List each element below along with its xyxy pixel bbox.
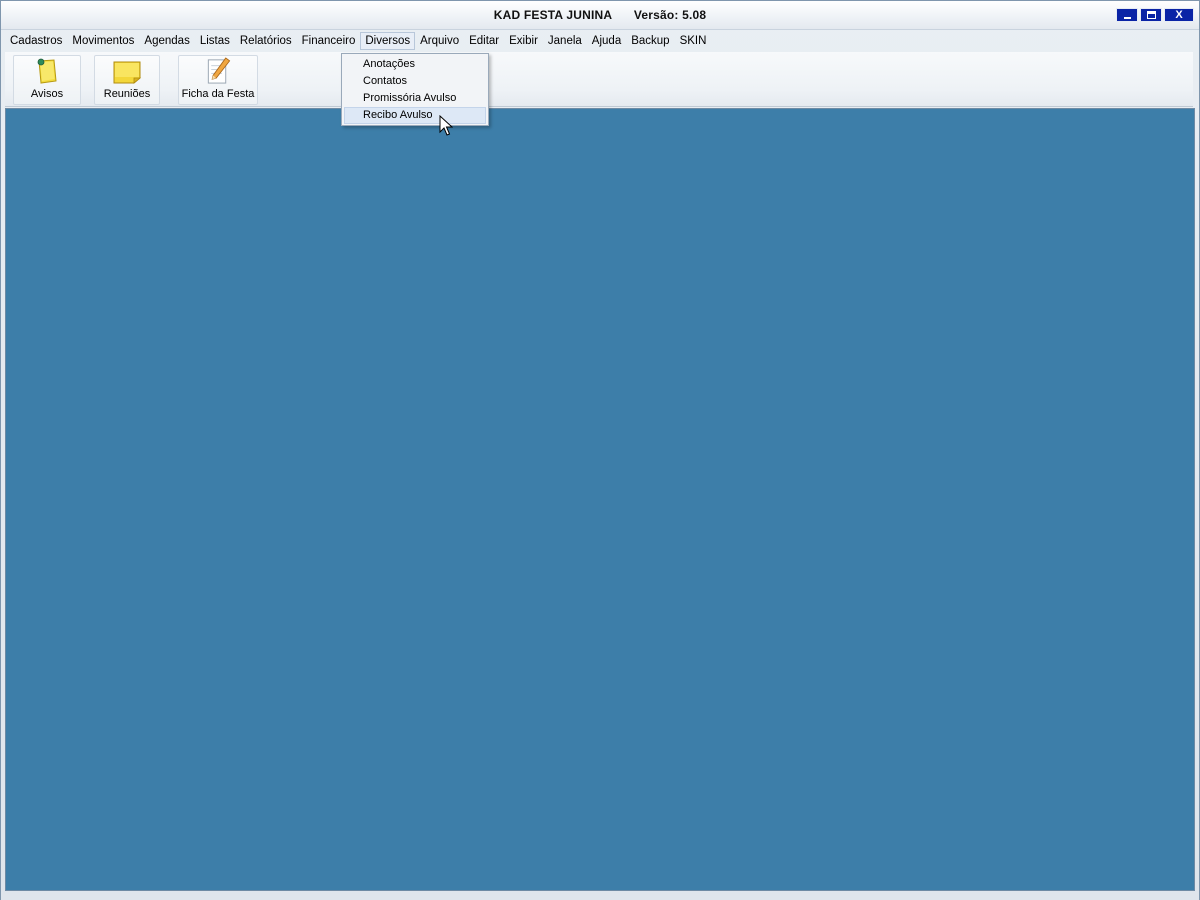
note-pin-icon (37, 58, 57, 84)
close-icon: X (1175, 8, 1183, 21)
menu-financeiro[interactable]: Financeiro (297, 32, 361, 50)
reunioes-label: Reuniões (103, 88, 151, 100)
menu-arquivo[interactable]: Arquivo (415, 32, 464, 50)
avisos-button[interactable]: Avisos (13, 55, 81, 105)
menu-skin[interactable]: SKIN (675, 32, 712, 50)
minimize-icon (1123, 16, 1131, 19)
close-button[interactable]: X (1164, 8, 1194, 22)
ficha-da-festa-label: Ficha da Festa (181, 88, 255, 100)
window-title: KAD FESTA JUNINA Versão: 5.08 (1, 8, 1199, 22)
menu-diversos[interactable]: Diversos (360, 32, 416, 50)
maximize-button[interactable] (1140, 8, 1162, 22)
menu-agendas[interactable]: Agendas (139, 32, 194, 50)
mdi-client-area[interactable] (5, 108, 1195, 891)
menu-backup[interactable]: Backup (626, 32, 674, 50)
menu-exibir[interactable]: Exibir (504, 32, 543, 50)
app-version: Versão: 5.08 (633, 8, 707, 22)
window-bottom-border (1, 892, 1199, 900)
app-window: KAD FESTA JUNINA Versão: 5.08 X Cadastro… (0, 0, 1200, 900)
diversos-dropdown-menu: Anotações Contatos Promissória Avulso Re… (341, 53, 489, 126)
pencil-paper-icon (207, 57, 231, 84)
menu-editar[interactable]: Editar (464, 32, 504, 50)
menu-relatorios[interactable]: Relatórios (235, 32, 297, 50)
menu-cadastros[interactable]: Cadastros (5, 32, 67, 50)
menu-item-promissoria-avulso[interactable]: Promissória Avulso (344, 90, 486, 107)
menu-item-recibo-avulso[interactable]: Recibo Avulso (344, 107, 486, 124)
avisos-label: Avisos (30, 88, 64, 100)
title-bar[interactable]: KAD FESTA JUNINA Versão: 5.08 X (1, 1, 1199, 30)
maximize-icon (1146, 11, 1156, 19)
window-controls: X (1116, 8, 1194, 22)
menu-bar: Cadastros Movimentos Agendas Listas Rela… (5, 31, 1195, 51)
menu-ajuda[interactable]: Ajuda (587, 32, 626, 50)
menu-listas[interactable]: Listas (195, 32, 235, 50)
app-title: KAD FESTA JUNINA (493, 8, 613, 22)
menu-janela[interactable]: Janela (543, 32, 587, 50)
reunioes-button[interactable]: Reuniões (94, 55, 160, 105)
menu-item-contatos[interactable]: Contatos (344, 73, 486, 90)
minimize-button[interactable] (1116, 8, 1138, 22)
toolbar: Avisos Reuniões Ficha da Festa (5, 52, 1193, 107)
sticky-note-icon (113, 61, 142, 84)
mouse-pointer-icon (439, 115, 453, 136)
ficha-da-festa-button[interactable]: Ficha da Festa (178, 55, 258, 105)
menu-item-anotacoes[interactable]: Anotações (344, 56, 486, 73)
menu-movimentos[interactable]: Movimentos (67, 32, 139, 50)
